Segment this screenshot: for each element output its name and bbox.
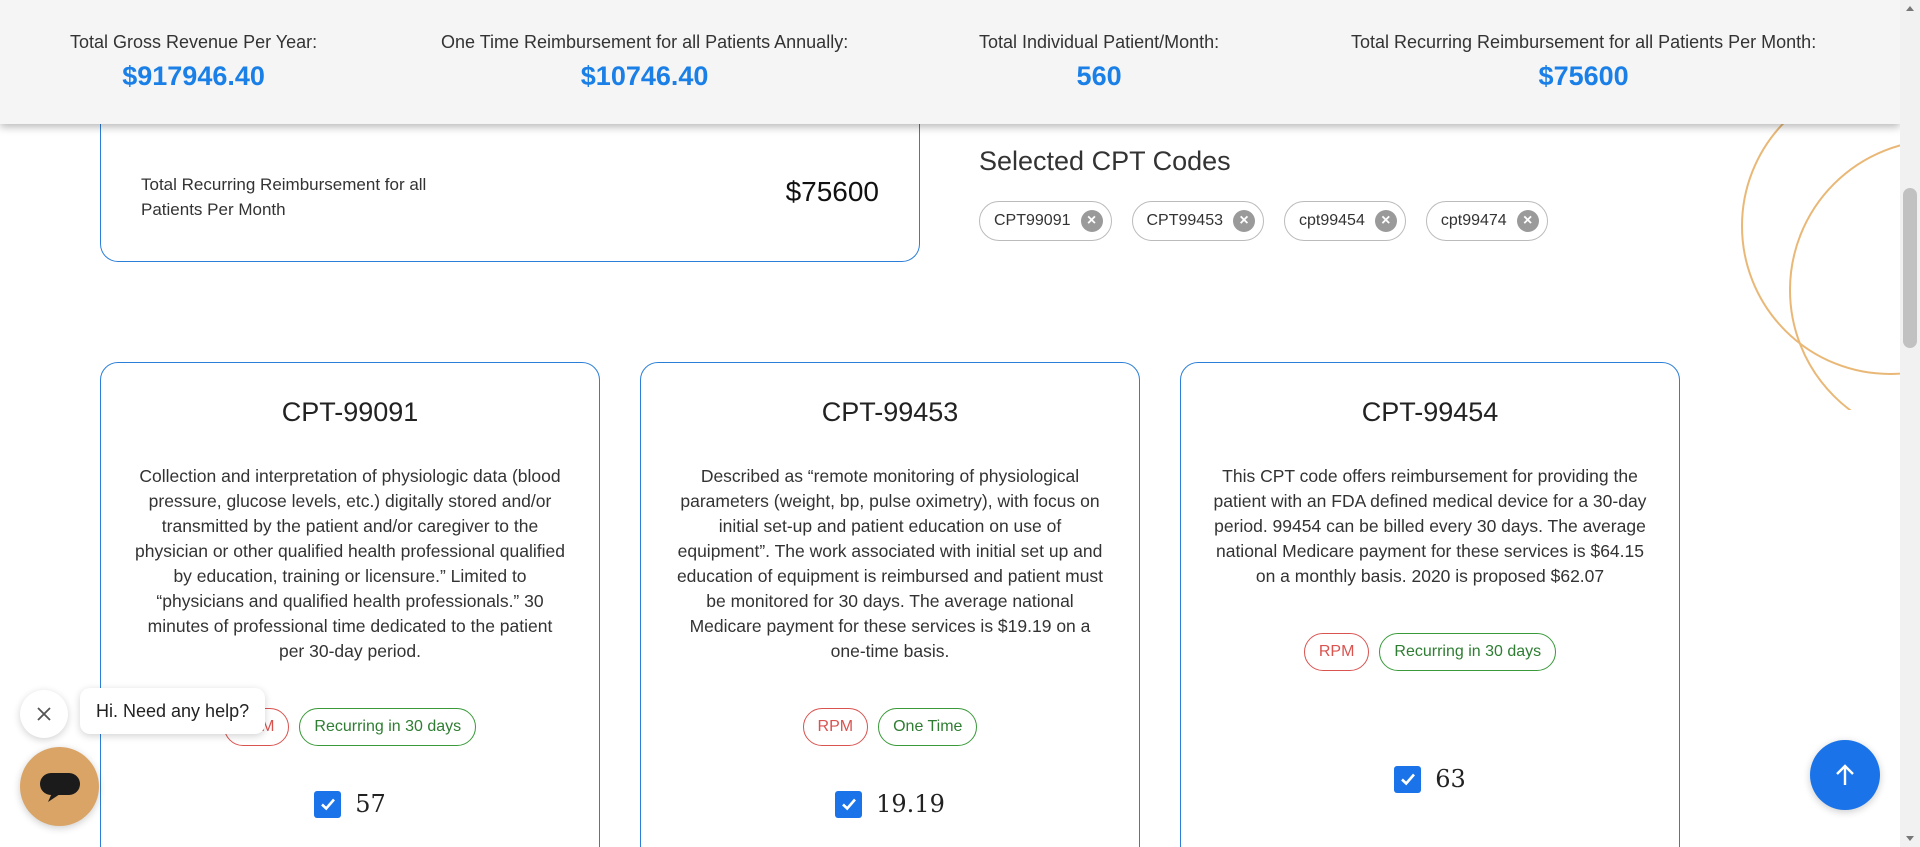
code-chip: CPT99091 × [979, 201, 1112, 241]
card-description: Described as “remote monitoring of physi… [676, 466, 1104, 661]
stat-one-time-reimbursement: One Time Reimbursement for all Patients … [441, 32, 848, 92]
chip-label: cpt99454 [1299, 212, 1365, 229]
stat-value: $10746.40 [580, 61, 709, 91]
stat-label: One Time Reimbursement for all Patients … [441, 32, 849, 52]
close-circle-icon[interactable]: × [1374, 210, 1397, 232]
chat-close-button[interactable] [20, 690, 68, 738]
card-description: Collection and interpretation of physiol… [135, 466, 565, 661]
tag-frequency: One Time [878, 708, 978, 746]
check-icon [1400, 773, 1415, 786]
arrow-up-icon [1836, 764, 1854, 785]
card-amount: 63 [1435, 765, 1466, 793]
tag-rpm: RPM [802, 708, 869, 746]
chat-greeting[interactable]: Hi. Need any help? [80, 688, 266, 734]
scroll-down-arrow[interactable] [1906, 836, 1914, 841]
cpt-card-99454: CPT-99454 This CPT code offers reimburse… [1180, 362, 1680, 847]
code-chip: CPT99453 × [1131, 201, 1264, 241]
code-chip: cpt99474 × [1425, 201, 1548, 241]
selected-codes-title: Selected CPT Codes [979, 146, 1231, 176]
cpt-card-99091: CPT-99091 Collection and interpretation … [100, 362, 600, 847]
close-circle-icon[interactable]: × [1516, 210, 1539, 232]
tag-frequency: Recurring in 30 days [1379, 633, 1557, 671]
total-recurring-label: Total Recurring Reimbursement for all Pa… [141, 175, 427, 219]
card-checkbox[interactable] [1394, 765, 1422, 793]
tag-rpm: RPM [1303, 633, 1370, 671]
selected-codes-chips: CPT99091 × CPT99453 × cpt99454 × cpt9947… [979, 201, 1548, 241]
chip-label: CPT99091 [994, 212, 1071, 229]
check-icon [841, 798, 856, 811]
decorative-circles [1700, 110, 1900, 410]
chat-launcher-button[interactable] [20, 747, 99, 826]
chat-bubble-icon [39, 772, 80, 802]
close-circle-icon[interactable]: × [1233, 210, 1255, 232]
stat-label: Total Gross Revenue Per Year: [70, 32, 318, 52]
check-icon [320, 798, 335, 811]
stat-gross-revenue: Total Gross Revenue Per Year: $917946.40 [70, 32, 317, 92]
card-tags: RPM One Time [641, 708, 1139, 746]
code-chip: cpt99454 × [1284, 201, 1406, 241]
chip-label: CPT99453 [1146, 212, 1224, 229]
card-tags: RPM Recurring in 30 days [1181, 633, 1679, 671]
cpt-card-99453: CPT-99453 Described as “remote monitorin… [640, 362, 1140, 847]
card-amount: 19.19 [876, 790, 945, 818]
card-checkbox[interactable] [835, 790, 863, 818]
total-recurring-value: $75600 [785, 176, 879, 207]
tag-frequency: Recurring in 30 days [299, 708, 477, 746]
chip-label: cpt99474 [1440, 212, 1507, 229]
card-select-row: 19.19 [641, 790, 1139, 818]
stat-value: $75600 [1538, 61, 1629, 91]
stat-recurring-reimbursement: Total Recurring Reimbursement for all Pa… [1351, 32, 1816, 92]
stat-patients-per-month: Total Individual Patient/Month: 560 [979, 32, 1219, 92]
card-amount: 57 [355, 790, 386, 818]
stat-label: Total Recurring Reimbursement for all Pa… [1351, 32, 1817, 52]
card-title: CPT-99454 [1361, 397, 1499, 427]
card-checkbox[interactable] [314, 790, 342, 818]
page-scrollbar[interactable] [1900, 0, 1920, 847]
summary-bar: Total Gross Revenue Per Year: $917946.40… [0, 0, 1900, 124]
card-title: CPT-99453 [821, 397, 959, 427]
card-select-row: 57 [101, 790, 599, 818]
card-select-row: 63 [1181, 765, 1679, 793]
close-icon [37, 707, 51, 721]
stat-value: 560 [1076, 61, 1122, 91]
close-circle-icon[interactable]: × [1080, 210, 1103, 232]
card-description: This CPT code offers reimbursement for p… [1213, 466, 1647, 586]
scroll-up-arrow[interactable] [1906, 6, 1914, 11]
card-title: CPT-99091 [281, 397, 419, 427]
stat-value: $917946.40 [122, 61, 265, 91]
stat-label: Total Individual Patient/Month: [979, 32, 1220, 52]
scrollbar-thumb[interactable] [1903, 188, 1917, 348]
scroll-to-top-button[interactable] [1810, 740, 1880, 810]
